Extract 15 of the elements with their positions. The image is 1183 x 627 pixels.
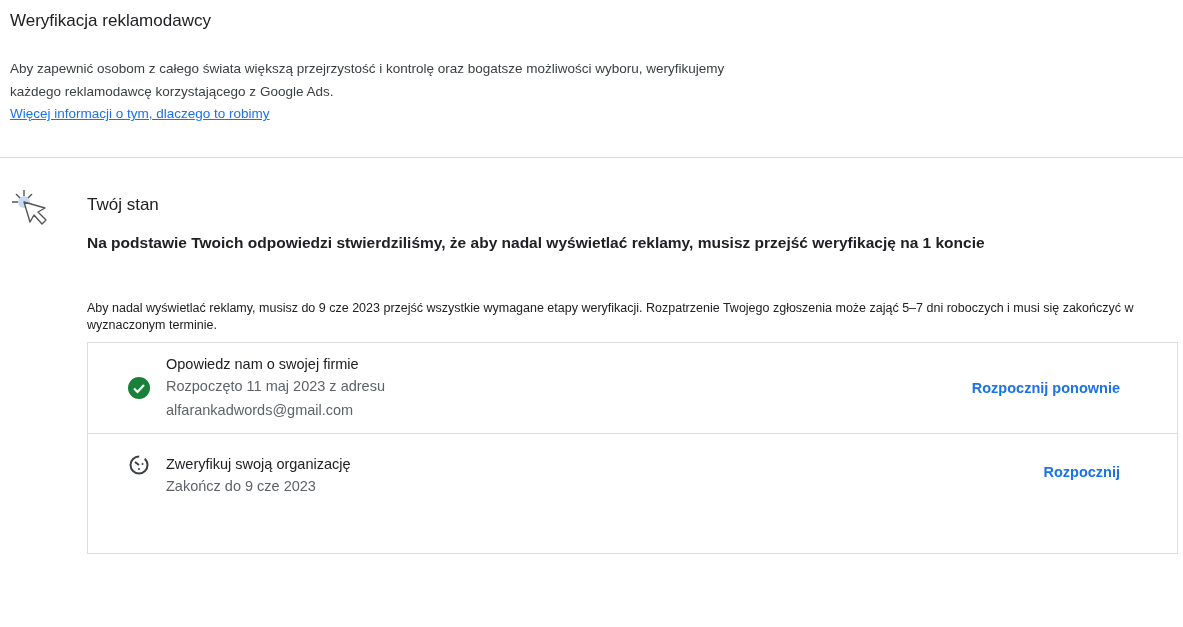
start-link-button[interactable]: Rozpocznij <box>1031 458 1132 486</box>
step-detail: alfarankadwords@gmail.com <box>166 401 355 420</box>
step-detail: Rozpoczęto 11 maj 2023 z adresu <box>166 377 386 396</box>
check-circle-icon <box>128 377 150 399</box>
start-link-button[interactable]: Rozpocznij ponownie <box>959 374 1132 402</box>
section-title: Twój stan <box>87 194 160 216</box>
step-detail: Zakończ do 9 cze 2023 <box>166 477 317 496</box>
description-text: Aby zapewnić osobom z całego świata większą przejrzystość i kontrolę oraz bogatsze możliwości wyboru, weryfikujemy każdego reklamodawcę korzystającego z Google Ads. <box>10 60 726 101</box>
step-title: Zweryfikuj swoją organizację <box>166 455 352 474</box>
step-title: Opowiedz nam o swojej firmie <box>166 355 360 374</box>
deadline-note: Aby nadal wyświetlać reklamy, musisz do 9 cze 2023 przejść wszystkie wymagane etapy weryfikacji. Rozpatrzenie Twojego zgłoszenia może zająć 5–7 dni roboczych i musi się zakończyć w wyznaczonym terminie. <box>87 300 1135 334</box>
status-summary: Na podstawie Twoich odpowiedzi stwierdziliśmy, że aby nadal wyświetlać reklamy, musisz przejść weryfikację na 1 koncie <box>87 233 986 253</box>
timer-icon <box>128 454 150 476</box>
page-title: Weryfikacja reklamodawcy <box>10 10 212 32</box>
info-link[interactable]: Więcej informacji o tym, dlaczego to robimy <box>10 103 270 125</box>
